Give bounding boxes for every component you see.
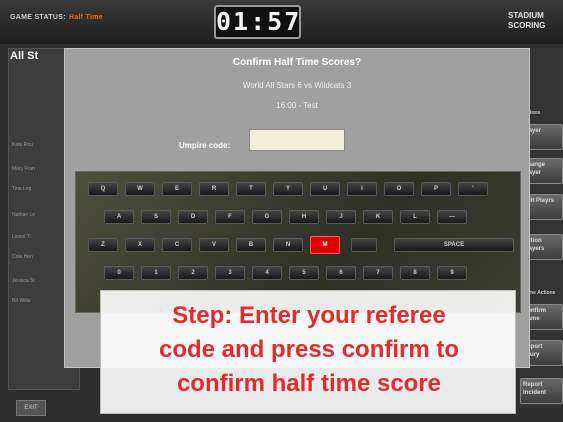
exit-button[interactable]: EXIT — [16, 400, 46, 416]
key-r[interactable]: R — [199, 182, 229, 196]
team-panel-title: All St — [10, 50, 39, 62]
game-clock: 01:57 — [214, 5, 301, 39]
key-d[interactable]: D — [178, 210, 208, 224]
brand-line-1: STADIUM — [508, 11, 544, 20]
callout-line-2: code and press confirm to — [158, 336, 460, 363]
key-i[interactable]: I — [347, 182, 377, 196]
dialog-title: Confirm Half Time Scores? — [232, 57, 362, 68]
player-row[interactable]: Cole Hen — [12, 254, 33, 260]
key-3[interactable]: 3 — [215, 266, 245, 280]
key-z[interactable]: Z — [88, 238, 118, 252]
key-7[interactable]: 7 — [363, 266, 393, 280]
game-status-value: Half Time — [68, 14, 103, 21]
player-row[interactable]: Lionel Ti — [12, 234, 31, 240]
key-g[interactable]: G — [252, 210, 282, 224]
player-row[interactable]: Bri Wille — [12, 298, 30, 304]
player-row[interactable]: Tina Leg — [12, 186, 31, 192]
key-blank[interactable] — [351, 238, 377, 252]
key-8[interactable]: 8 — [400, 266, 430, 280]
player-row[interactable]: Nathan Le — [12, 212, 35, 218]
key-dash[interactable]: — — [437, 210, 467, 224]
key-l[interactable]: L — [400, 210, 430, 224]
game-status-label: GAME STATUS: — [10, 14, 66, 21]
key-y[interactable]: Y — [273, 182, 303, 196]
dialog-time: 16:00 - Test — [276, 101, 318, 110]
key-v[interactable]: V — [199, 238, 229, 252]
callout-line-3: confirm half time score — [176, 370, 442, 397]
key-e[interactable]: E — [162, 182, 192, 196]
report-incident-button[interactable]: Report Incident — [520, 378, 563, 404]
key-a[interactable]: A — [104, 210, 134, 224]
brand-logo: STADIUM SCORING — [508, 11, 563, 31]
key-x[interactable]: X — [125, 238, 155, 252]
dialog-match: World All Stars 6 vs Wildcats 3 — [242, 81, 352, 90]
top-bar: GAME STATUS: Half Time 01:57 STADIUM SCOR… — [0, 0, 563, 44]
key-s[interactable]: S — [141, 210, 171, 224]
key-t[interactable]: T — [236, 182, 266, 196]
key-6[interactable]: 6 — [326, 266, 356, 280]
key-h[interactable]: H — [289, 210, 319, 224]
key-4[interactable]: 4 — [252, 266, 282, 280]
key-n[interactable]: N — [273, 238, 303, 252]
key-0[interactable]: 0 — [104, 266, 134, 280]
key-m[interactable]: M — [310, 236, 340, 254]
key-2[interactable]: 2 — [178, 266, 208, 280]
umpire-code-input[interactable] — [249, 129, 345, 151]
key-9[interactable]: 9 — [437, 266, 467, 280]
key-space[interactable]: SPACE — [394, 238, 514, 252]
brand-line-2: SCORING — [508, 21, 546, 30]
key-p[interactable]: P — [421, 182, 451, 196]
key-u[interactable]: U — [310, 182, 340, 196]
key-c[interactable]: C — [162, 238, 192, 252]
key-f[interactable]: F — [215, 210, 245, 224]
key-apostrophe[interactable]: ' — [458, 182, 488, 196]
key-k[interactable]: K — [363, 210, 393, 224]
callout-line-1: Step: Enter your referee — [172, 302, 446, 329]
umpire-code-label: Umpire code: — [179, 141, 231, 150]
key-o[interactable]: O — [384, 182, 414, 196]
player-row[interactable]: Kate Rou — [12, 142, 33, 148]
key-b[interactable]: B — [236, 238, 266, 252]
key-j[interactable]: J — [326, 210, 356, 224]
game-status: GAME STATUS: Half Time — [10, 14, 103, 21]
player-row[interactable]: Jessica St — [12, 278, 35, 284]
key-1[interactable]: 1 — [141, 266, 171, 280]
key-w[interactable]: W — [125, 182, 155, 196]
key-q[interactable]: Q — [88, 182, 118, 196]
player-row[interactable]: Mary Fran — [12, 166, 35, 172]
key-5[interactable]: 5 — [289, 266, 319, 280]
instruction-callout: Step: Enter your referee code and press … — [100, 290, 516, 414]
